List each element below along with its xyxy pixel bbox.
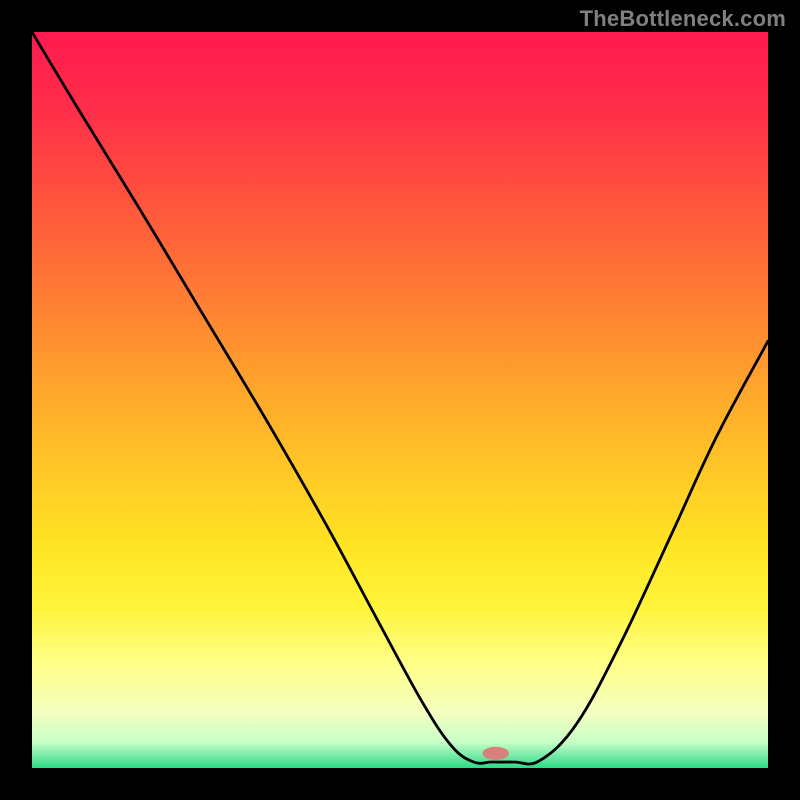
watermark-text: TheBottleneck.com bbox=[580, 6, 786, 32]
chart-frame: TheBottleneck.com bbox=[0, 0, 800, 800]
bottleneck-chart bbox=[32, 32, 768, 768]
gradient-background bbox=[32, 32, 768, 768]
optimum-marker bbox=[483, 747, 509, 760]
